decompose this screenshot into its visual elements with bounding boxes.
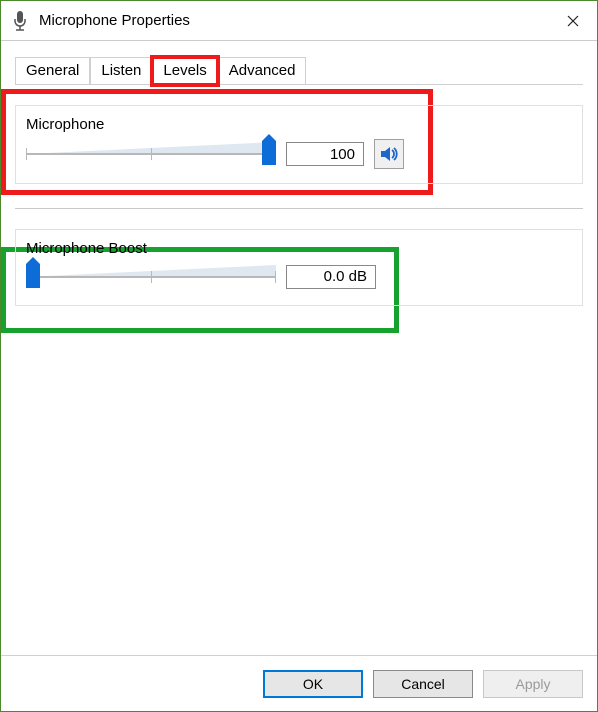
boost-slider[interactable] [26,263,276,291]
tab-levels[interactable]: Levels [152,57,217,85]
tab-row: General Listen Levels Advanced [1,41,597,85]
speaker-on-icon [379,144,399,164]
microphone-slider[interactable] [26,140,276,168]
microphone-slider-thumb[interactable] [262,141,276,165]
tab-listen[interactable]: Listen [90,57,152,85]
window-title: Microphone Properties [39,12,553,29]
tab-advanced[interactable]: Advanced [218,57,307,85]
microphone-group: Microphone [15,105,583,184]
microphone-value-input[interactable] [286,142,364,166]
microphone-label: Microphone [26,116,572,133]
dialog-footer: OK Cancel Apply [1,655,597,711]
close-button[interactable] [553,6,593,36]
separator [15,208,583,209]
boost-value: 0.0 dB [286,265,376,289]
cancel-button[interactable]: Cancel [373,670,473,698]
microphone-properties-window: Microphone Properties General Listen Lev… [0,0,598,712]
boost-group: Microphone Boost 0.0 dB [15,229,583,306]
tab-general[interactable]: General [15,57,90,85]
boost-slider-thumb[interactable] [26,264,40,288]
tab-content: Microphone [1,85,597,655]
close-icon [567,15,579,27]
microphone-icon [11,9,29,33]
mute-button[interactable] [374,139,404,169]
ok-button[interactable]: OK [263,670,363,698]
titlebar: Microphone Properties [1,1,597,41]
boost-label: Microphone Boost [26,240,572,257]
apply-button: Apply [483,670,583,698]
